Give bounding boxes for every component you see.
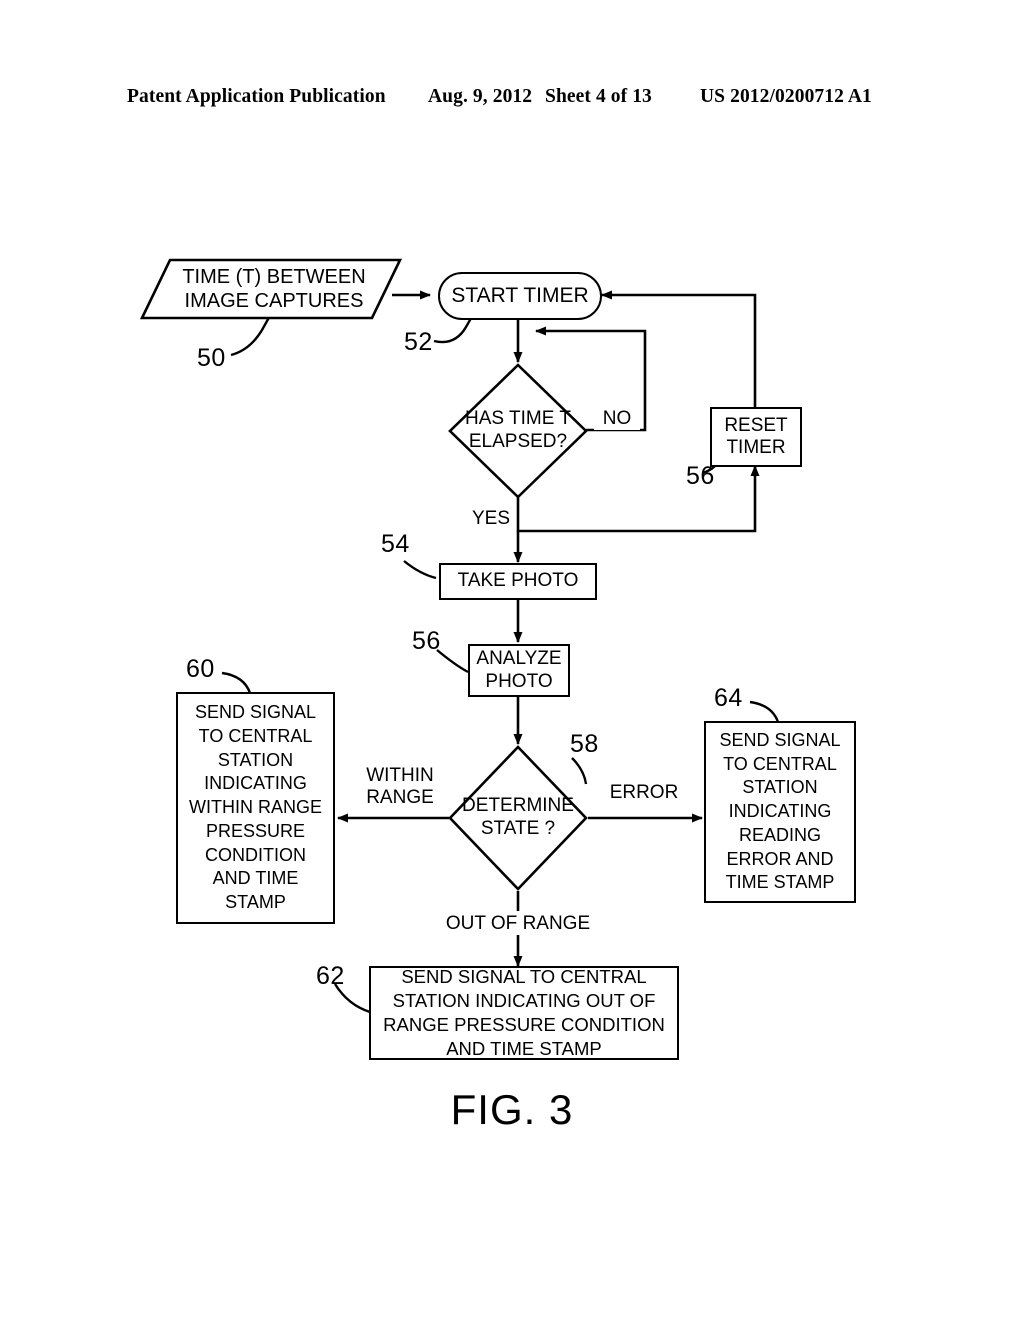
ref-numeral-56-reset: 56 <box>686 462 715 490</box>
node-input-time-between-captures[interactable]: TIME (T) BETWEEN IMAGE CAPTURES <box>140 258 402 320</box>
node-analyze-photo[interactable]: ANALYZE PHOTO <box>468 644 570 697</box>
node-start-timer-label: START TIMER <box>451 284 589 307</box>
edge-label-error: ERROR <box>605 782 683 805</box>
edge-label-yes: YES <box>468 508 514 531</box>
node-send-within-range-signal-label: SEND SIGNAL TO CENTRAL STATION INDICATIN… <box>189 702 322 913</box>
edge-label-no: NO <box>594 408 640 431</box>
ref-numeral-52: 52 <box>404 328 433 356</box>
ref-numeral-60: 60 <box>186 655 215 683</box>
node-send-out-of-range-signal[interactable]: SEND SIGNAL TO CENTRAL STATION INDICATIN… <box>369 966 679 1060</box>
ref-numeral-54: 54 <box>381 530 410 558</box>
node-has-time-elapsed[interactable]: HAS TIME T ELAPSED? <box>448 363 588 499</box>
flowchart-figure: TIME (T) BETWEEN IMAGE CAPTURES 50 START… <box>0 0 1024 1320</box>
node-send-within-range-signal[interactable]: SEND SIGNAL TO CENTRAL STATION INDICATIN… <box>176 692 335 924</box>
node-reset-timer[interactable]: RESET TIMER <box>710 407 802 467</box>
node-reset-timer-label: RESET TIMER <box>724 414 788 458</box>
node-take-photo-label: TAKE PHOTO <box>457 570 579 592</box>
figure-caption: FIG. 3 <box>450 1086 574 1133</box>
node-send-reading-error-signal-label: SEND SIGNAL TO CENTRAL STATION INDICATIN… <box>719 729 841 893</box>
node-start-timer[interactable]: START TIMER <box>438 272 602 320</box>
node-input-time-label: TIME (T) BETWEEN IMAGE CAPTURES <box>182 266 366 312</box>
ref-numeral-64: 64 <box>714 684 743 712</box>
node-determine-state[interactable]: DETERMINE STATE ? <box>448 745 588 891</box>
ref-numeral-62: 62 <box>316 962 345 990</box>
node-take-photo[interactable]: TAKE PHOTO <box>439 563 597 600</box>
node-send-out-of-range-signal-label: SEND SIGNAL TO CENTRAL STATION INDICATIN… <box>383 965 665 1060</box>
ref-numeral-56-analyze: 56 <box>412 627 441 655</box>
ref-numeral-50: 50 <box>197 344 226 372</box>
node-send-reading-error-signal[interactable]: SEND SIGNAL TO CENTRAL STATION INDICATIN… <box>704 721 856 903</box>
node-analyze-photo-label: ANALYZE PHOTO <box>476 648 562 692</box>
edge-label-within-range: WITHIN RANGE <box>355 765 445 810</box>
edge-label-out-of-range: OUT OF RANGE <box>437 913 599 936</box>
node-has-time-elapsed-label: HAS TIME T ELAPSED? <box>465 408 571 452</box>
node-determine-state-label: DETERMINE STATE ? <box>462 795 574 839</box>
